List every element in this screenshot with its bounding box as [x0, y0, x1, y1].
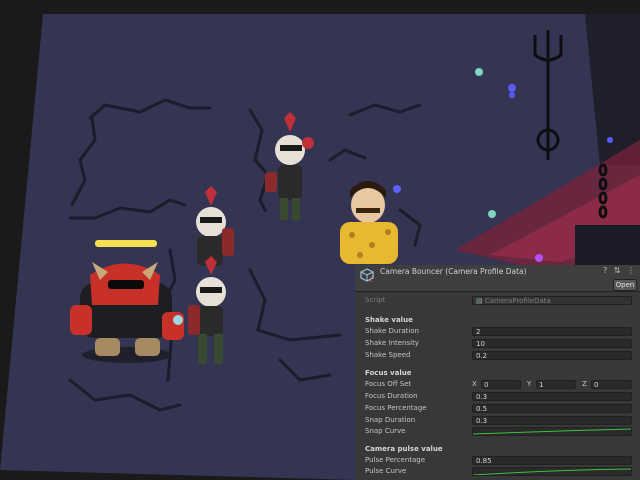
inspector-header: {} Camera Bouncer (Camera Profile Data) …	[355, 265, 640, 292]
shake-intensity-row: Shake Intensity 10	[355, 338, 640, 349]
snap-curve-field[interactable]	[472, 427, 632, 436]
inspector-panel[interactable]: {} Camera Bouncer (Camera Profile Data) …	[355, 265, 640, 480]
shake-duration-label: Shake Duration	[365, 327, 419, 335]
script-icon: ▤	[476, 297, 485, 305]
shake-speed-field[interactable]: 0.2	[472, 351, 632, 360]
svg-text:{}: {}	[369, 276, 374, 282]
shake-speed-label: Shake Speed	[365, 351, 411, 359]
focus-duration-row: Focus Duration 0.3	[355, 391, 640, 402]
focus-offset-y-field: 1	[536, 380, 576, 389]
shake-header: Shake value	[365, 316, 413, 324]
header-icons[interactable]: ? ⇅ ⋮	[603, 266, 637, 275]
pulse-curve-graph	[473, 468, 631, 475]
focus-offset-y[interactable]: Y1	[527, 380, 576, 389]
snap-curve-label: Snap Curve	[365, 427, 406, 435]
focus-percentage-row: Focus Percentage 0.5	[355, 403, 640, 414]
inspector-title: Camera Bouncer (Camera Profile Data)	[380, 267, 527, 276]
focus-duration-label: Focus Duration	[365, 392, 418, 400]
boss-health-bar	[95, 240, 157, 247]
focus-percentage-field[interactable]: 0.5	[472, 404, 632, 413]
x-axis-label: X	[472, 380, 477, 388]
snap-curve-row: Snap Curve	[355, 426, 640, 437]
shake-intensity-field[interactable]: 10	[472, 339, 632, 348]
snap-curve-graph	[473, 428, 631, 435]
focus-offset-x[interactable]: X0	[472, 380, 521, 389]
snap-duration-label: Snap Duration	[365, 416, 416, 424]
script-label: Script	[365, 296, 386, 304]
snap-duration-field[interactable]: 0.3	[472, 416, 632, 425]
snap-duration-row: Snap Duration 0.3	[355, 415, 640, 426]
pulse-percentage-row: Pulse Percentage 0.85	[355, 455, 640, 466]
focus-duration-field[interactable]: 0.3	[472, 392, 632, 401]
focus-percentage-label: Focus Percentage	[365, 404, 427, 412]
focus-offset-z[interactable]: Z0	[582, 380, 632, 389]
open-button[interactable]: Open	[613, 279, 637, 291]
pulse-header: Camera pulse value	[365, 445, 443, 453]
pulse-curve-label: Pulse Curve	[365, 467, 407, 475]
shake-intensity-label: Shake Intensity	[365, 339, 419, 347]
stone-block	[575, 225, 640, 265]
pulse-curve-row: Pulse Curve	[355, 466, 640, 477]
focus-header: Focus value	[365, 369, 412, 377]
shake-speed-row: Shake Speed 0.2	[355, 350, 640, 361]
shake-duration-field[interactable]: 2	[472, 327, 632, 336]
script-row: Script ▤ CameraProfileData	[355, 295, 640, 306]
focus-section-header: Focus value	[355, 368, 640, 379]
focus-offset-row: Focus Off Set X0 Y1 Z0	[355, 379, 640, 390]
focus-offset-z-field: 0	[591, 380, 632, 389]
script-field: ▤ CameraProfileData	[472, 296, 632, 305]
focus-offset-x-field: 0	[481, 380, 521, 389]
z-axis-label: Z	[582, 380, 587, 388]
script-value: CameraProfileData	[484, 297, 551, 305]
scriptable-object-icon: {}	[360, 268, 374, 282]
pulse-percentage-label: Pulse Percentage	[365, 456, 426, 464]
shake-section-header: Shake value	[355, 315, 640, 326]
pulse-section-header: Camera pulse value	[355, 444, 640, 455]
pulse-curve-field[interactable]	[472, 467, 632, 476]
shake-duration-row: Shake Duration 2	[355, 326, 640, 337]
pulse-percentage-field[interactable]: 0.85	[472, 456, 632, 465]
y-axis-label: Y	[527, 380, 532, 388]
focus-offset-label: Focus Off Set	[365, 380, 412, 388]
